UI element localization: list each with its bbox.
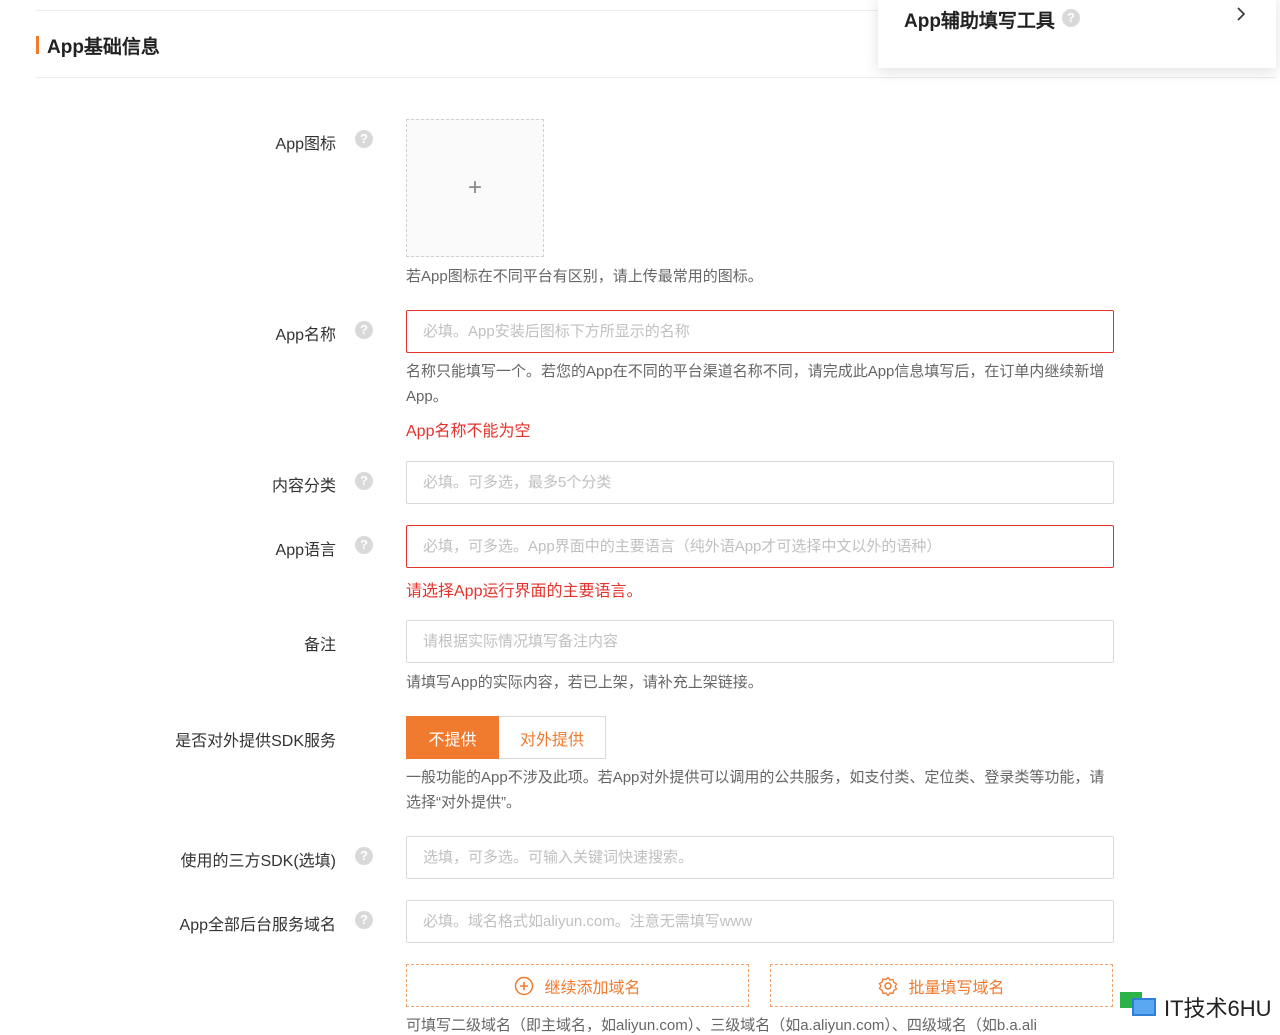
add-domain-button[interactable]: 继续添加域名 [406, 964, 749, 1007]
app-icon-help-icon[interactable]: ? [355, 130, 373, 148]
app-name-hint: 名称只能填写一个。若您的App在不同的平台渠道名称不同，请完成此App信息填写后… [406, 363, 1105, 405]
app-name-label: App名称 [275, 327, 336, 344]
section-divider [36, 77, 1276, 78]
language-help-icon[interactable]: ? [355, 536, 373, 554]
domains-input[interactable] [406, 900, 1114, 943]
gear-icon [878, 976, 898, 996]
remark-hint: 请填写App的实际内容，若已上架，请补充上架链接。 [406, 674, 763, 691]
add-domain-label: 继续添加域名 [544, 979, 641, 997]
app-name-error: App名称不能为空 [406, 423, 531, 440]
helper-tool-panel[interactable]: App辅助填写工具 ? [878, 0, 1276, 68]
category-help-icon[interactable]: ? [355, 472, 373, 490]
batch-domain-button[interactable]: 批量填写域名 [770, 964, 1113, 1007]
remark-label: 备注 [303, 637, 336, 654]
domains-hint: 可填写二级域名（即主域名，如aliyun.com）、三级域名（如a.aliyun… [406, 1017, 1037, 1034]
third-sdk-help-icon[interactable]: ? [355, 847, 373, 865]
app-info-page: App基础信息 App图标 ? + 若App图标在不同平台有区别，请上传最常用的… [4, 0, 1276, 1034]
app-icon-label: App图标 [275, 136, 336, 153]
app-name-input[interactable] [406, 310, 1114, 353]
helper-tool-help-icon[interactable]: ? [1062, 9, 1080, 27]
chevron-right-icon[interactable] [1234, 6, 1248, 27]
sdk-service-label: 是否对外提供SDK服务 [175, 733, 336, 750]
app-icon-hint: 若App图标在不同平台有区别，请上传最常用的图标。 [406, 268, 763, 285]
section-title: App基础信息 [36, 34, 160, 58]
domains-label: App全部后台服务域名 [179, 917, 336, 934]
section-accent-bar [36, 36, 39, 54]
domains-help-icon[interactable]: ? [355, 911, 373, 929]
sdk-option-provide[interactable]: 对外提供 [499, 716, 606, 759]
sdk-service-hint: 一般功能的App不涉及此项。若App对外提供可以调用的公共服务，如支付类、定位类… [406, 769, 1105, 811]
plus-icon: + [467, 174, 482, 201]
language-error: 请选择App运行界面的主要语言。 [406, 583, 643, 600]
sdk-service-toggle: 不提供 对外提供 [406, 716, 606, 759]
batch-domain-label: 批量填写域名 [908, 979, 1005, 997]
watermark: IT技术6HU [1118, 989, 1272, 1024]
add-circle-icon [514, 976, 534, 996]
language-select[interactable] [406, 525, 1114, 568]
third-sdk-label: 使用的三方SDK(选填) [180, 853, 336, 870]
section-title-text: App基础信息 [47, 36, 160, 58]
sdk-option-not-provide[interactable]: 不提供 [406, 716, 499, 759]
helper-tool-title: App辅助填写工具 [904, 11, 1055, 32]
watermark-text: IT技术6HU [1164, 995, 1272, 1021]
language-label: App语言 [275, 542, 336, 559]
watermark-logo-icon [1118, 989, 1158, 1024]
app-icon-upload[interactable]: + [406, 119, 544, 257]
category-select[interactable] [406, 461, 1114, 504]
remark-input[interactable] [406, 620, 1114, 663]
third-sdk-select[interactable] [406, 836, 1114, 879]
category-label: 内容分类 [271, 478, 336, 495]
app-name-help-icon[interactable]: ? [355, 321, 373, 339]
